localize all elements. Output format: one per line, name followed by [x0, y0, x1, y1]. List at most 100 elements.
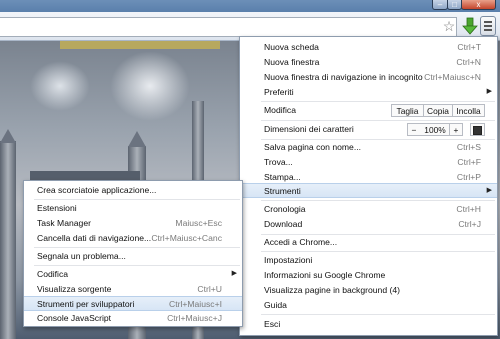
menu-item-save-page[interactable]: Salva pagina con nome... Ctrl+S: [240, 140, 497, 154]
close-window-button[interactable]: x: [461, 0, 496, 10]
submenu-arrow-icon: ▶: [486, 88, 492, 95]
submenu-item-task-manager[interactable]: Task Manager Maiusc+Esc: [24, 216, 242, 230]
menu-item-label: Stampa...: [264, 172, 301, 182]
submenu-arrow-icon: ▶: [486, 187, 492, 194]
maximize-button[interactable]: □: [447, 0, 462, 10]
menu-item-label: Visualizza sorgente: [37, 284, 112, 294]
menu-item-bookmarks[interactable]: Preferiti ▶: [240, 85, 497, 99]
menu-item-about-chrome[interactable]: Informazioni su Google Chrome: [240, 268, 497, 282]
shortcut-label: Ctrl+J: [458, 219, 481, 229]
menu-separator: [34, 247, 240, 248]
menu-item-history[interactable]: Cronologia Ctrl+H: [240, 202, 497, 216]
menu-line-icon: [484, 25, 492, 27]
submenu-item-view-source[interactable]: Visualizza sorgente Ctrl+U: [24, 282, 242, 296]
menu-item-label: Console JavaScript: [37, 313, 112, 323]
menu-separator: [34, 265, 240, 266]
submenu-item-report-issue[interactable]: Segnala un problema...: [24, 249, 242, 263]
firework-decoration: [30, 61, 90, 111]
menu-item-label: Dimensioni dei caratteri: [264, 124, 354, 134]
shortcut-label: Ctrl+N: [456, 57, 481, 67]
maximize-icon: □: [452, 0, 457, 9]
menu-item-help[interactable]: Guida: [240, 298, 497, 312]
menu-item-label: Salva pagina con nome...: [264, 142, 361, 152]
menu-item-label: Modifica: [264, 105, 296, 115]
shortcut-label: Ctrl+T: [457, 42, 481, 52]
zoom-in-button[interactable]: +: [449, 123, 463, 136]
menu-item-label: Task Manager: [37, 218, 91, 228]
minimize-button[interactable]: –: [432, 0, 448, 10]
menu-item-label: Nuova scheda: [264, 42, 319, 52]
menu-item-label: Strumenti per sviluppatori: [37, 299, 135, 309]
menu-item-new-tab[interactable]: Nuova scheda Ctrl+T: [240, 40, 497, 54]
shortcut-label: Ctrl+Maiusc+Canc: [151, 233, 222, 243]
minimize-icon: –: [437, 0, 443, 9]
menu-item-label: Cancella dati di navigazione...: [37, 233, 152, 243]
menu-item-background-pages[interactable]: Visualizza pagine in background (4): [240, 283, 497, 297]
menu-item-label: Nuova finestra: [264, 57, 320, 67]
menu-item-label: Cronologia: [264, 204, 306, 214]
submenu-item-javascript-console[interactable]: Console JavaScript Ctrl+Maiusc+J: [24, 311, 242, 325]
wrench-menu-button[interactable]: [480, 16, 496, 36]
menu-item-tools[interactable]: Strumenti ▶: [240, 183, 497, 198]
shortcut-label: Ctrl+P: [456, 172, 481, 182]
menu-item-label: Codifica: [37, 269, 69, 279]
shortcut-label: Maiusc+Esc: [175, 218, 222, 228]
menu-item-label: Crea scorciatoie applicazione...: [37, 185, 157, 195]
menu-item-label: Estensioni: [37, 203, 77, 213]
menu-separator: [261, 251, 495, 252]
paste-button[interactable]: Incolla: [452, 104, 485, 117]
menu-item-print[interactable]: Stampa... Ctrl+P: [240, 170, 497, 184]
menu-item-label: Visualizza pagine in background (4): [264, 285, 400, 295]
menu-item-label: Download: [264, 219, 303, 229]
submenu-item-extensions[interactable]: Estensioni: [24, 201, 242, 215]
window-title-bar: [0, 0, 500, 12]
menu-item-label: Segnala un problema...: [37, 251, 126, 261]
download-arrow-icon[interactable]: [462, 17, 478, 35]
cut-button[interactable]: Taglia: [391, 104, 424, 117]
close-icon: x: [476, 0, 481, 9]
menu-item-incognito-window[interactable]: Nuova finestra di navigazione in incogni…: [240, 70, 497, 84]
menu-item-label: Accedi a Chrome...: [264, 237, 338, 247]
banner-decoration: [60, 41, 220, 49]
menu-line-icon: [484, 29, 492, 31]
menu-separator: [261, 200, 495, 201]
menu-item-label: Esci: [264, 319, 281, 329]
shortcut-label: Ctrl+Maiusc+N: [424, 72, 481, 82]
menu-item-label: Nuova finestra di navigazione in incogni…: [264, 72, 423, 82]
firework-decoration: [110, 51, 190, 121]
tower-roof-decoration: [0, 129, 16, 143]
shortcut-label: Ctrl+H: [456, 204, 481, 214]
menu-item-sign-in[interactable]: Accedi a Chrome...: [240, 235, 497, 249]
shortcut-label: Ctrl+F: [457, 157, 481, 167]
menu-item-label: Strumenti: [264, 186, 301, 196]
star-icon[interactable]: ☆: [441, 18, 457, 34]
zoom-out-button[interactable]: −: [407, 123, 421, 136]
submenu-item-encoding[interactable]: Codifica ▶: [24, 267, 242, 281]
menu-item-label: Preferiti: [264, 87, 294, 97]
menu-item-label: Guida: [264, 300, 287, 310]
menu-item-new-window[interactable]: Nuova finestra Ctrl+N: [240, 55, 497, 69]
submenu-item-clear-browsing-data[interactable]: Cancella dati di navigazione... Ctrl+Maiu…: [24, 231, 242, 245]
menu-item-find[interactable]: Trova... Ctrl+F: [240, 155, 497, 169]
menu-separator: [261, 314, 495, 315]
menu-separator: [261, 101, 495, 102]
submenu-arrow-icon: ▶: [231, 270, 237, 277]
tools-submenu: Crea scorciatoie applicazione... Estensi…: [23, 180, 243, 327]
menu-item-label: Trova...: [264, 157, 293, 167]
submenu-item-developer-tools[interactable]: Strumenti per sviluppatori Ctrl+Maiusc+I: [24, 296, 242, 311]
copy-button[interactable]: Copia: [423, 104, 453, 117]
address-bar[interactable]: [0, 17, 457, 37]
menu-item-downloads[interactable]: Download Ctrl+J: [240, 217, 497, 231]
menu-item-label: Impostazioni: [264, 255, 313, 265]
shortcut-label: Ctrl+U: [197, 284, 222, 294]
fullscreen-button[interactable]: [470, 123, 485, 136]
zoom-level-display: 100%: [420, 123, 450, 136]
menu-separator: [261, 120, 495, 121]
shortcut-label: Ctrl+Maiusc+J: [167, 313, 222, 323]
fullscreen-icon: [473, 126, 482, 135]
menu-item-settings[interactable]: Impostazioni: [240, 253, 497, 267]
menu-item-label: Informazioni su Google Chrome: [264, 270, 386, 280]
menu-item-exit[interactable]: Esci: [240, 317, 497, 331]
submenu-item-create-shortcuts[interactable]: Crea scorciatoie applicazione...: [24, 183, 242, 197]
shortcut-label: Ctrl+Maiusc+I: [168, 299, 222, 309]
